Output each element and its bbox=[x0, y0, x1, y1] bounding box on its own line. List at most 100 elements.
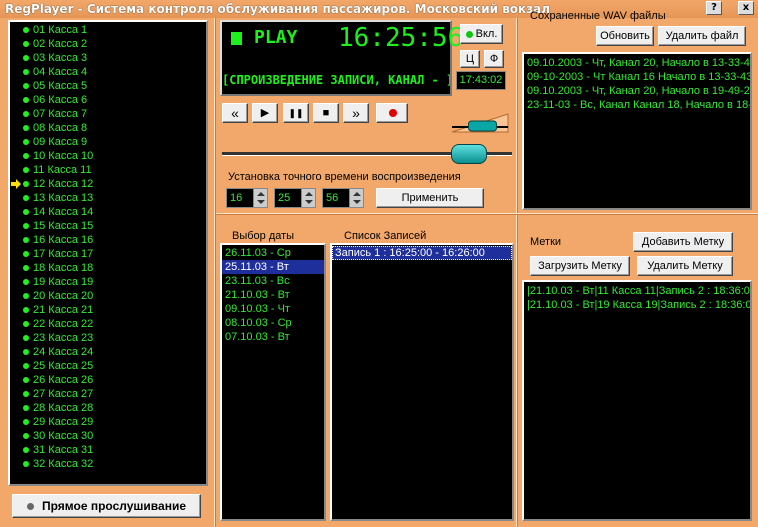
date-item[interactable]: 21.10.03 - Вт bbox=[222, 288, 324, 302]
channel-item[interactable]: 30 Касса 30 bbox=[10, 429, 206, 443]
channel-item[interactable]: 06 Касса 6 bbox=[10, 93, 206, 107]
channel-label: 07 Касса 7 bbox=[33, 108, 88, 120]
channel-item[interactable]: 25 Касса 25 bbox=[10, 359, 206, 373]
enable-button[interactable]: Вкл. bbox=[460, 24, 503, 44]
channel-item[interactable]: 21 Касса 21 bbox=[10, 303, 206, 317]
player-display: PLAY 16:25:56 [СПРОИЗВЕДЕНИЕ ЗАПИСИ, КАН… bbox=[220, 20, 463, 96]
channel-item[interactable]: 04 Касса 4 bbox=[10, 65, 206, 79]
play-button[interactable]: ▶ bbox=[252, 103, 278, 123]
channel-status-dot-icon bbox=[23, 181, 29, 187]
forward-button[interactable]: » bbox=[343, 103, 369, 123]
channel-label: 14 Касса 14 bbox=[33, 206, 94, 218]
refresh-button[interactable]: Обновить bbox=[596, 26, 654, 46]
channel-item[interactable]: 31 Касса 31 bbox=[10, 443, 206, 457]
channel-item[interactable]: 22 Касса 22 bbox=[10, 317, 206, 331]
wav-file-item[interactable]: 09-10-2003 - Чт Канал 16 Начало в 13-33-… bbox=[524, 70, 750, 84]
active-arrow-icon bbox=[11, 179, 21, 189]
channel-item[interactable]: 28 Касса 28 bbox=[10, 401, 206, 415]
wav-file-item[interactable]: 09.10.2003 - Чт, Канал 20, Начало в 13-3… bbox=[524, 56, 750, 70]
minutes-spinner[interactable]: 25 bbox=[274, 188, 316, 208]
channel-item[interactable]: 32 Касса 32 bbox=[10, 457, 206, 471]
channel-item[interactable]: 20 Касса 20 bbox=[10, 289, 206, 303]
date-item[interactable]: 08.10.03 - Ср bbox=[222, 316, 324, 330]
channel-item[interactable]: 03 Касса 3 bbox=[10, 51, 206, 65]
channel-item[interactable]: 14 Касса 14 bbox=[10, 205, 206, 219]
seconds-spinner[interactable]: 56 bbox=[322, 188, 364, 208]
divider-middle bbox=[216, 213, 758, 215]
channel-label: 20 Касса 20 bbox=[33, 290, 94, 302]
channel-item[interactable]: 17 Касса 17 bbox=[10, 247, 206, 261]
channel-label: 06 Касса 6 bbox=[33, 94, 88, 106]
channel-item[interactable]: 10 Касса 10 bbox=[10, 149, 206, 163]
channel-item[interactable]: 23 Касса 23 bbox=[10, 331, 206, 345]
channel-item[interactable]: 24 Касса 24 bbox=[10, 345, 206, 359]
seconds-spin-arrows-icon[interactable] bbox=[349, 189, 363, 207]
channel-item[interactable]: 18 Касса 18 bbox=[10, 261, 206, 275]
exact-time-label: Установка точного времени воспроизведени… bbox=[228, 171, 461, 183]
channel-item[interactable]: 19 Касса 19 bbox=[10, 275, 206, 289]
date-item[interactable]: 07.10.03 - Вт bbox=[222, 330, 324, 344]
channel-item[interactable]: 08 Касса 8 bbox=[10, 121, 206, 135]
channel-item[interactable]: 01 Касса 1 bbox=[10, 23, 206, 37]
date-list[interactable]: 26.11.03 - Ср 25.11.03 - Вт 23.11.03 - Вс 2… bbox=[220, 243, 326, 521]
record-item[interactable]: Запись 1 : 16:25:00 - 16:26:00 bbox=[332, 246, 512, 260]
stop-button[interactable]: ■ bbox=[313, 103, 339, 123]
date-item[interactable]: 23.11.03 - Вс bbox=[222, 274, 324, 288]
position-thumb[interactable] bbox=[450, 144, 487, 164]
wav-file-item[interactable]: 23-11-03 - Вс, Канал Канал 18, Начало в … bbox=[524, 98, 750, 112]
record-list[interactable]: Запись 1 : 16:25:00 - 16:26:00 bbox=[330, 243, 514, 521]
channel-item[interactable]: 13 Касса 13 bbox=[10, 191, 206, 205]
date-item[interactable]: 09.10.03 - Чт bbox=[222, 302, 324, 316]
channel-item[interactable]: 07 Касса 7 bbox=[10, 107, 206, 121]
volume-slider[interactable] bbox=[448, 112, 510, 134]
channel-item[interactable]: 09 Касса 9 bbox=[10, 135, 206, 149]
channel-item[interactable]: 26 Касса 26 bbox=[10, 373, 206, 387]
mark-list[interactable]: |21.10.03 - Вт|11 Касса 11|Запись 2 : 18… bbox=[522, 280, 752, 521]
channel-label: 28 Касса 28 bbox=[33, 402, 94, 414]
channel-status-dot-icon bbox=[23, 27, 29, 33]
hours-spinner[interactable]: 16 bbox=[226, 188, 268, 208]
minutes-spin-arrows-icon[interactable] bbox=[301, 189, 315, 207]
delete-mark-button[interactable]: Удалить Метку bbox=[637, 256, 733, 276]
channel-item[interactable]: 02 Касса 2 bbox=[10, 37, 206, 51]
channel-status-dot-icon bbox=[23, 307, 29, 313]
window-title: RegPlayer - Система контроля обслуживани… bbox=[5, 2, 551, 16]
c-button[interactable]: Ц bbox=[460, 50, 480, 68]
live-listen-button[interactable]: Прямое прослушивание bbox=[12, 494, 201, 518]
wav-file-item[interactable]: 09.10.2003 - Чт, Канал 20, Начало в 19-4… bbox=[524, 84, 750, 98]
channel-label: 02 Касса 2 bbox=[33, 38, 88, 50]
load-mark-button[interactable]: Загрузить Метку bbox=[530, 256, 630, 276]
date-item[interactable]: 26.11.03 - Ср bbox=[222, 246, 324, 260]
channel-status-dot-icon bbox=[23, 167, 29, 173]
forward-icon: » bbox=[352, 105, 360, 121]
channel-item[interactable]: 11 Касса 11 bbox=[10, 163, 206, 177]
add-mark-button[interactable]: Добавить Метку bbox=[633, 232, 733, 252]
channel-item[interactable]: 27 Касса 27 bbox=[10, 387, 206, 401]
channel-item[interactable]: 05 Касса 5 bbox=[10, 79, 206, 93]
channel-label: 01 Касса 1 bbox=[33, 24, 88, 36]
record-button[interactable] bbox=[376, 103, 408, 123]
apply-button[interactable]: Применить bbox=[376, 188, 484, 208]
delete-file-button[interactable]: Удалить файл bbox=[658, 26, 746, 46]
channel-status-dot-icon bbox=[23, 111, 29, 117]
rewind-button[interactable]: « bbox=[222, 103, 248, 123]
pause-button[interactable]: ❚❚ bbox=[283, 103, 309, 123]
channel-list[interactable]: 01 Касса 1 02 Касса 2 03 Касса 3 04 Касса 4… bbox=[8, 20, 208, 486]
channel-item[interactable]: 12 Касса 12 bbox=[10, 177, 206, 191]
channel-item[interactable]: 29 Касса 29 bbox=[10, 415, 206, 429]
mark-item[interactable]: |21.10.03 - Вт|19 Касса 19|Запись 2 : 18… bbox=[524, 298, 750, 312]
channel-item[interactable]: 16 Касса 16 bbox=[10, 233, 206, 247]
date-item[interactable]: 25.11.03 - Вт bbox=[222, 260, 324, 274]
mark-item[interactable]: |21.10.03 - Вт|11 Касса 11|Запись 2 : 18… bbox=[524, 284, 750, 298]
channel-label: 04 Касса 4 bbox=[33, 66, 88, 78]
channel-item[interactable]: 15 Касса 15 bbox=[10, 219, 206, 233]
channel-label: 26 Касса 26 bbox=[33, 374, 94, 386]
close-button[interactable]: x bbox=[738, 1, 754, 15]
hours-spin-arrows-icon[interactable] bbox=[253, 189, 267, 207]
help-button[interactable]: ? bbox=[706, 1, 722, 15]
volume-thumb[interactable] bbox=[468, 120, 497, 132]
wav-file-list[interactable]: 09.10.2003 - Чт, Канал 20, Начало в 13-3… bbox=[522, 52, 752, 210]
f-button[interactable]: Ф bbox=[484, 50, 504, 68]
pause-icon: ❚❚ bbox=[288, 108, 304, 118]
channel-label: 24 Касса 24 bbox=[33, 346, 94, 358]
